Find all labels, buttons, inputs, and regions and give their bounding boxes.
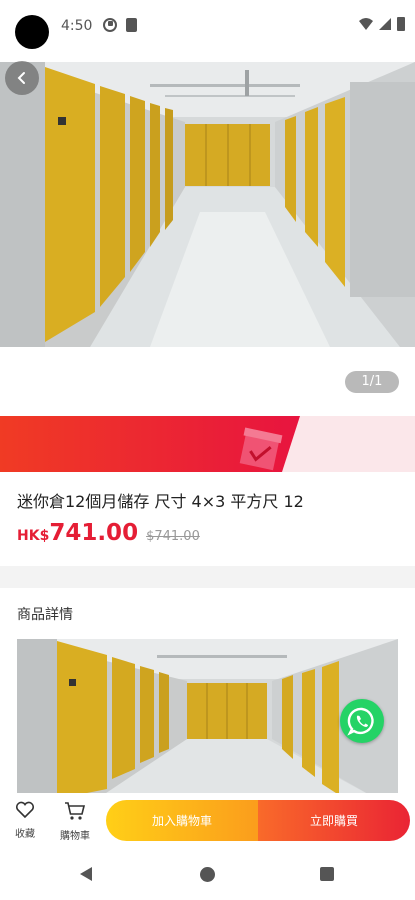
sim-card-icon — [126, 18, 137, 32]
favorite-button[interactable]: 收藏 — [5, 801, 45, 840]
system-navigation-bar — [0, 848, 415, 900]
cart-label: 購物車 — [60, 831, 90, 842]
favorite-label: 收藏 — [15, 829, 35, 840]
price-value: 741.00 — [49, 520, 139, 546]
nav-back-icon[interactable] — [80, 867, 92, 881]
whatsapp-button[interactable] — [340, 699, 384, 743]
details-heading: 商品詳情 — [17, 607, 73, 623]
whatsapp-icon — [347, 707, 374, 736]
signal-icon — [379, 18, 391, 30]
storage-corridor-image — [0, 62, 415, 347]
section-divider — [0, 566, 415, 588]
product-title: 迷你倉12個月儲存 尺寸 4×3 平方尺 12 — [17, 492, 304, 511]
price-currency: HK$ — [17, 528, 50, 544]
back-button[interactable] — [5, 61, 39, 95]
chevron-left-icon — [17, 72, 25, 84]
shopping-cart-icon — [65, 802, 86, 820]
status-time: 4:50 — [61, 18, 93, 34]
nav-recents-icon[interactable] — [320, 867, 334, 881]
price-row: HK$ 741.00 $741.00 — [17, 520, 200, 546]
heart-icon — [15, 801, 35, 819]
promo-banner — [0, 416, 415, 472]
original-price: $741.00 — [146, 529, 200, 544]
bottom-action-bar: 收藏 購物車 加入購物車 立即購買 — [0, 793, 415, 848]
status-bar: 4:50 — [0, 0, 415, 62]
nav-home-icon[interactable] — [200, 867, 215, 882]
image-counter: 1/1 — [345, 371, 399, 393]
wifi-icon — [359, 18, 373, 30]
product-image-gallery[interactable] — [0, 62, 415, 347]
battery-icon — [397, 17, 405, 31]
promo-banner-graphic — [0, 416, 415, 472]
add-to-cart-button[interactable]: 加入購物車 — [106, 800, 258, 841]
cart-button[interactable]: 購物車 — [55, 801, 95, 842]
camera-cutout — [15, 15, 49, 49]
status-indicators — [359, 17, 405, 31]
buy-now-button[interactable]: 立即購買 — [258, 800, 410, 841]
data-saver-icon — [103, 18, 117, 32]
